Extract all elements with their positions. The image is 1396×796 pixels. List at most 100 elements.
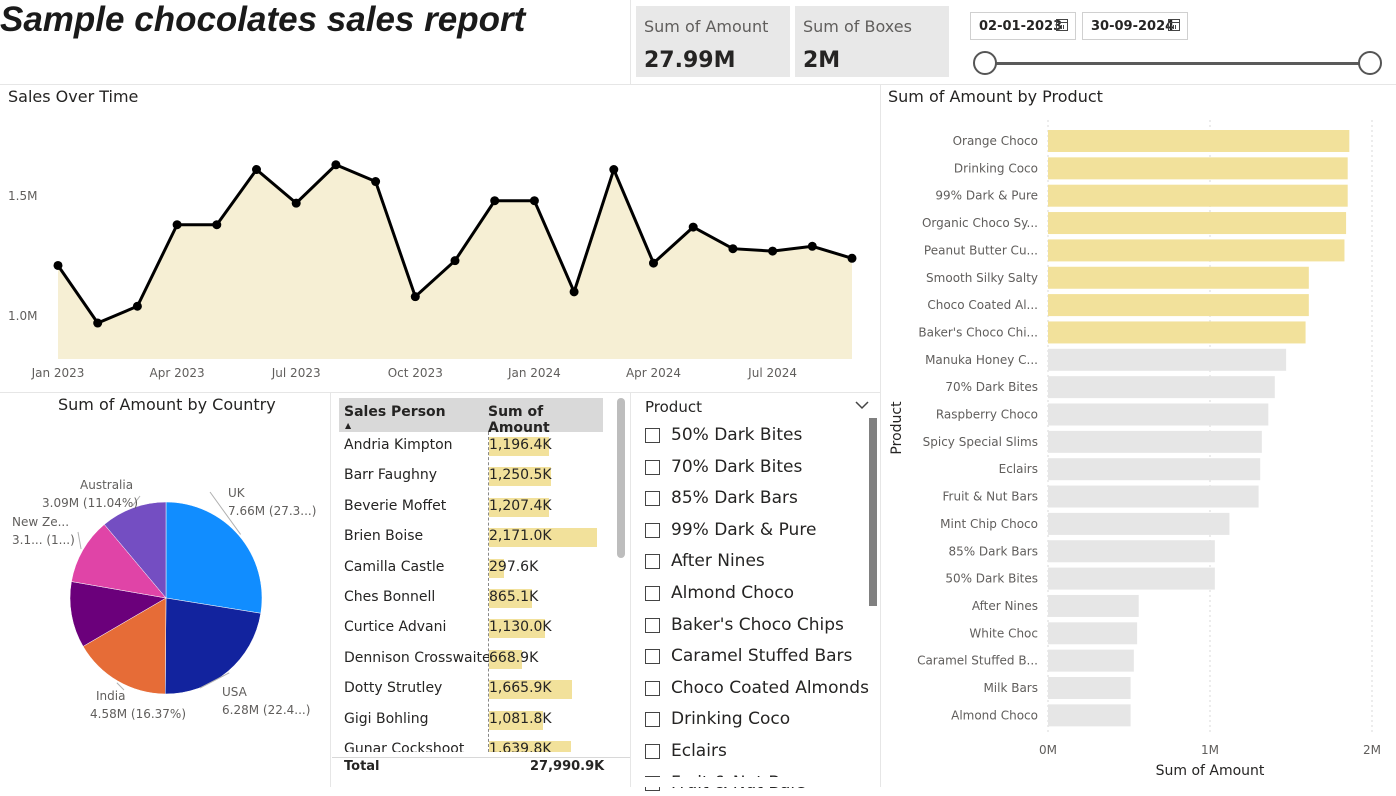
start-date-input[interactable]: 02-01-2023 <box>970 12 1076 40</box>
calendar-icon[interactable] <box>1168 19 1180 31</box>
table-row-value: 1,130.0K <box>489 619 552 636</box>
kpi-card-boxes[interactable]: Sum of Boxes 2M <box>795 6 949 77</box>
category-label: Spicy Special Slims <box>923 435 1038 449</box>
checkbox[interactable] <box>645 428 660 443</box>
product-bar[interactable] <box>1048 239 1345 262</box>
data-point[interactable] <box>569 287 579 297</box>
data-point[interactable] <box>688 222 698 232</box>
product-bar[interactable] <box>1048 348 1287 371</box>
country-pie-title: Sum of Amount by Country <box>58 395 276 414</box>
category-label: Fruit & Nut Bars <box>943 490 1038 504</box>
data-point[interactable] <box>172 220 182 230</box>
product-bar[interactable] <box>1048 266 1309 289</box>
product-bar[interactable] <box>1048 184 1348 207</box>
product-bar[interactable] <box>1048 376 1275 399</box>
slice-label-name: Australia <box>80 478 133 492</box>
data-point[interactable] <box>212 220 222 230</box>
product-bar[interactable] <box>1048 485 1259 508</box>
product-bar[interactable] <box>1048 622 1138 645</box>
column-header-sum-of-amount[interactable]: Sum of Amount <box>484 398 603 436</box>
product-bar[interactable] <box>1048 458 1261 481</box>
pie-slice[interactable] <box>164 597 262 695</box>
data-point[interactable] <box>847 253 857 263</box>
table-row-value: 1,665.9K <box>489 680 552 697</box>
sales-over-time-chart[interactable]: 1.0M 1.5M Jan 2023 Apr 2023 Jul 2023 Oct 2023… <box>0 84 880 392</box>
slicer-item-label: Caramel Stuffed Bars <box>671 646 853 667</box>
data-point[interactable] <box>490 196 500 206</box>
column-header-sales-person[interactable]: Sales Person ▲ <box>339 398 484 432</box>
date-range-end-handle[interactable] <box>1358 51 1382 75</box>
data-point[interactable] <box>728 244 738 254</box>
slice-label-name: USA <box>222 685 248 699</box>
data-point[interactable] <box>649 258 658 268</box>
product-bar[interactable] <box>1048 677 1131 699</box>
product-bar[interactable] <box>1048 540 1215 563</box>
data-point[interactable] <box>371 177 381 187</box>
product-bar[interactable] <box>1048 594 1139 617</box>
checkbox[interactable] <box>645 649 660 665</box>
chevron-down-icon[interactable] <box>855 400 869 410</box>
kpi-card-amount[interactable]: Sum of Amount 27.99M <box>636 6 790 77</box>
category-label: 50% Dark Bites <box>945 572 1038 586</box>
product-bar-chart[interactable]: 0M 1M 2M Orange Choco Drinking Coco 99% Dark … <box>881 110 1396 787</box>
x-tick-label: 2M <box>1363 743 1381 757</box>
data-point[interactable] <box>331 160 341 170</box>
category-label: Caramel Stuffed B... <box>917 654 1038 668</box>
product-bar[interactable] <box>1048 567 1215 590</box>
product-bar[interactable] <box>1048 512 1230 535</box>
checkbox[interactable] <box>645 712 660 728</box>
data-point[interactable] <box>807 241 817 251</box>
checkbox[interactable] <box>645 744 660 759</box>
date-range-start-handle[interactable] <box>973 51 997 75</box>
data-point[interactable] <box>252 165 261 175</box>
category-label: After Nines <box>972 599 1038 613</box>
data-point[interactable] <box>93 318 103 328</box>
product-bar[interactable] <box>1048 403 1269 426</box>
country-pie-chart[interactable]: UK 7.66M (27.3...) USA 6.28M (22.4...) India… <box>0 420 330 780</box>
table-row-value: 865.1K <box>489 589 539 605</box>
category-label: Orange Choco <box>953 134 1038 148</box>
product-bar[interactable] <box>1048 704 1131 727</box>
table-row-value: 668.9K <box>489 649 539 666</box>
slice-label-name: UK <box>228 486 246 500</box>
product-bar[interactable] <box>1048 430 1262 453</box>
y-tick-label: 1.0M <box>8 309 37 323</box>
product-bar[interactable] <box>1048 157 1348 180</box>
checkbox[interactable] <box>645 554 660 570</box>
data-point[interactable] <box>410 292 420 302</box>
checkbox[interactable] <box>645 586 660 601</box>
date-range-track[interactable] <box>986 62 1372 65</box>
table-scrollbar[interactable] <box>617 398 625 558</box>
table-row-name: Gigi Bohling <box>344 710 429 727</box>
slice-label-value: 3.09M (11.04%) <box>42 496 138 510</box>
product-bar[interactable] <box>1048 212 1347 235</box>
product-bar[interactable] <box>1048 321 1306 344</box>
pie-slice[interactable] <box>165 501 263 614</box>
data-point[interactable] <box>132 301 142 311</box>
product-bar[interactable] <box>1048 649 1134 672</box>
data-point[interactable] <box>609 165 619 175</box>
data-point[interactable] <box>768 246 778 256</box>
checkbox[interactable] <box>645 491 660 507</box>
total-divider <box>332 757 630 758</box>
slicer-item-label: Choco Coated Almonds <box>671 677 869 698</box>
checkbox[interactable] <box>645 459 660 475</box>
slice-label-value: 6.28M (22.4...) <box>222 703 310 717</box>
data-point[interactable] <box>529 196 539 206</box>
slicer-scrollbar[interactable] <box>869 418 877 606</box>
data-point[interactable] <box>291 198 301 208</box>
table-row-name: Brien Boise <box>344 528 424 545</box>
data-point[interactable] <box>53 260 63 270</box>
data-point[interactable] <box>450 256 460 266</box>
calendar-icon[interactable] <box>1056 19 1068 31</box>
end-date-input[interactable]: 30-09-2024 <box>1082 12 1188 40</box>
product-bar[interactable] <box>1048 294 1309 317</box>
sort-ascending-icon: ▲ <box>345 421 352 430</box>
table-row-name: Andria Kimpton <box>344 437 453 453</box>
slicer-clip <box>631 777 880 787</box>
checkbox[interactable] <box>645 680 660 696</box>
leader-line <box>77 531 82 550</box>
checkbox[interactable] <box>645 617 660 633</box>
checkbox[interactable] <box>645 522 660 538</box>
product-bar[interactable] <box>1048 130 1350 152</box>
